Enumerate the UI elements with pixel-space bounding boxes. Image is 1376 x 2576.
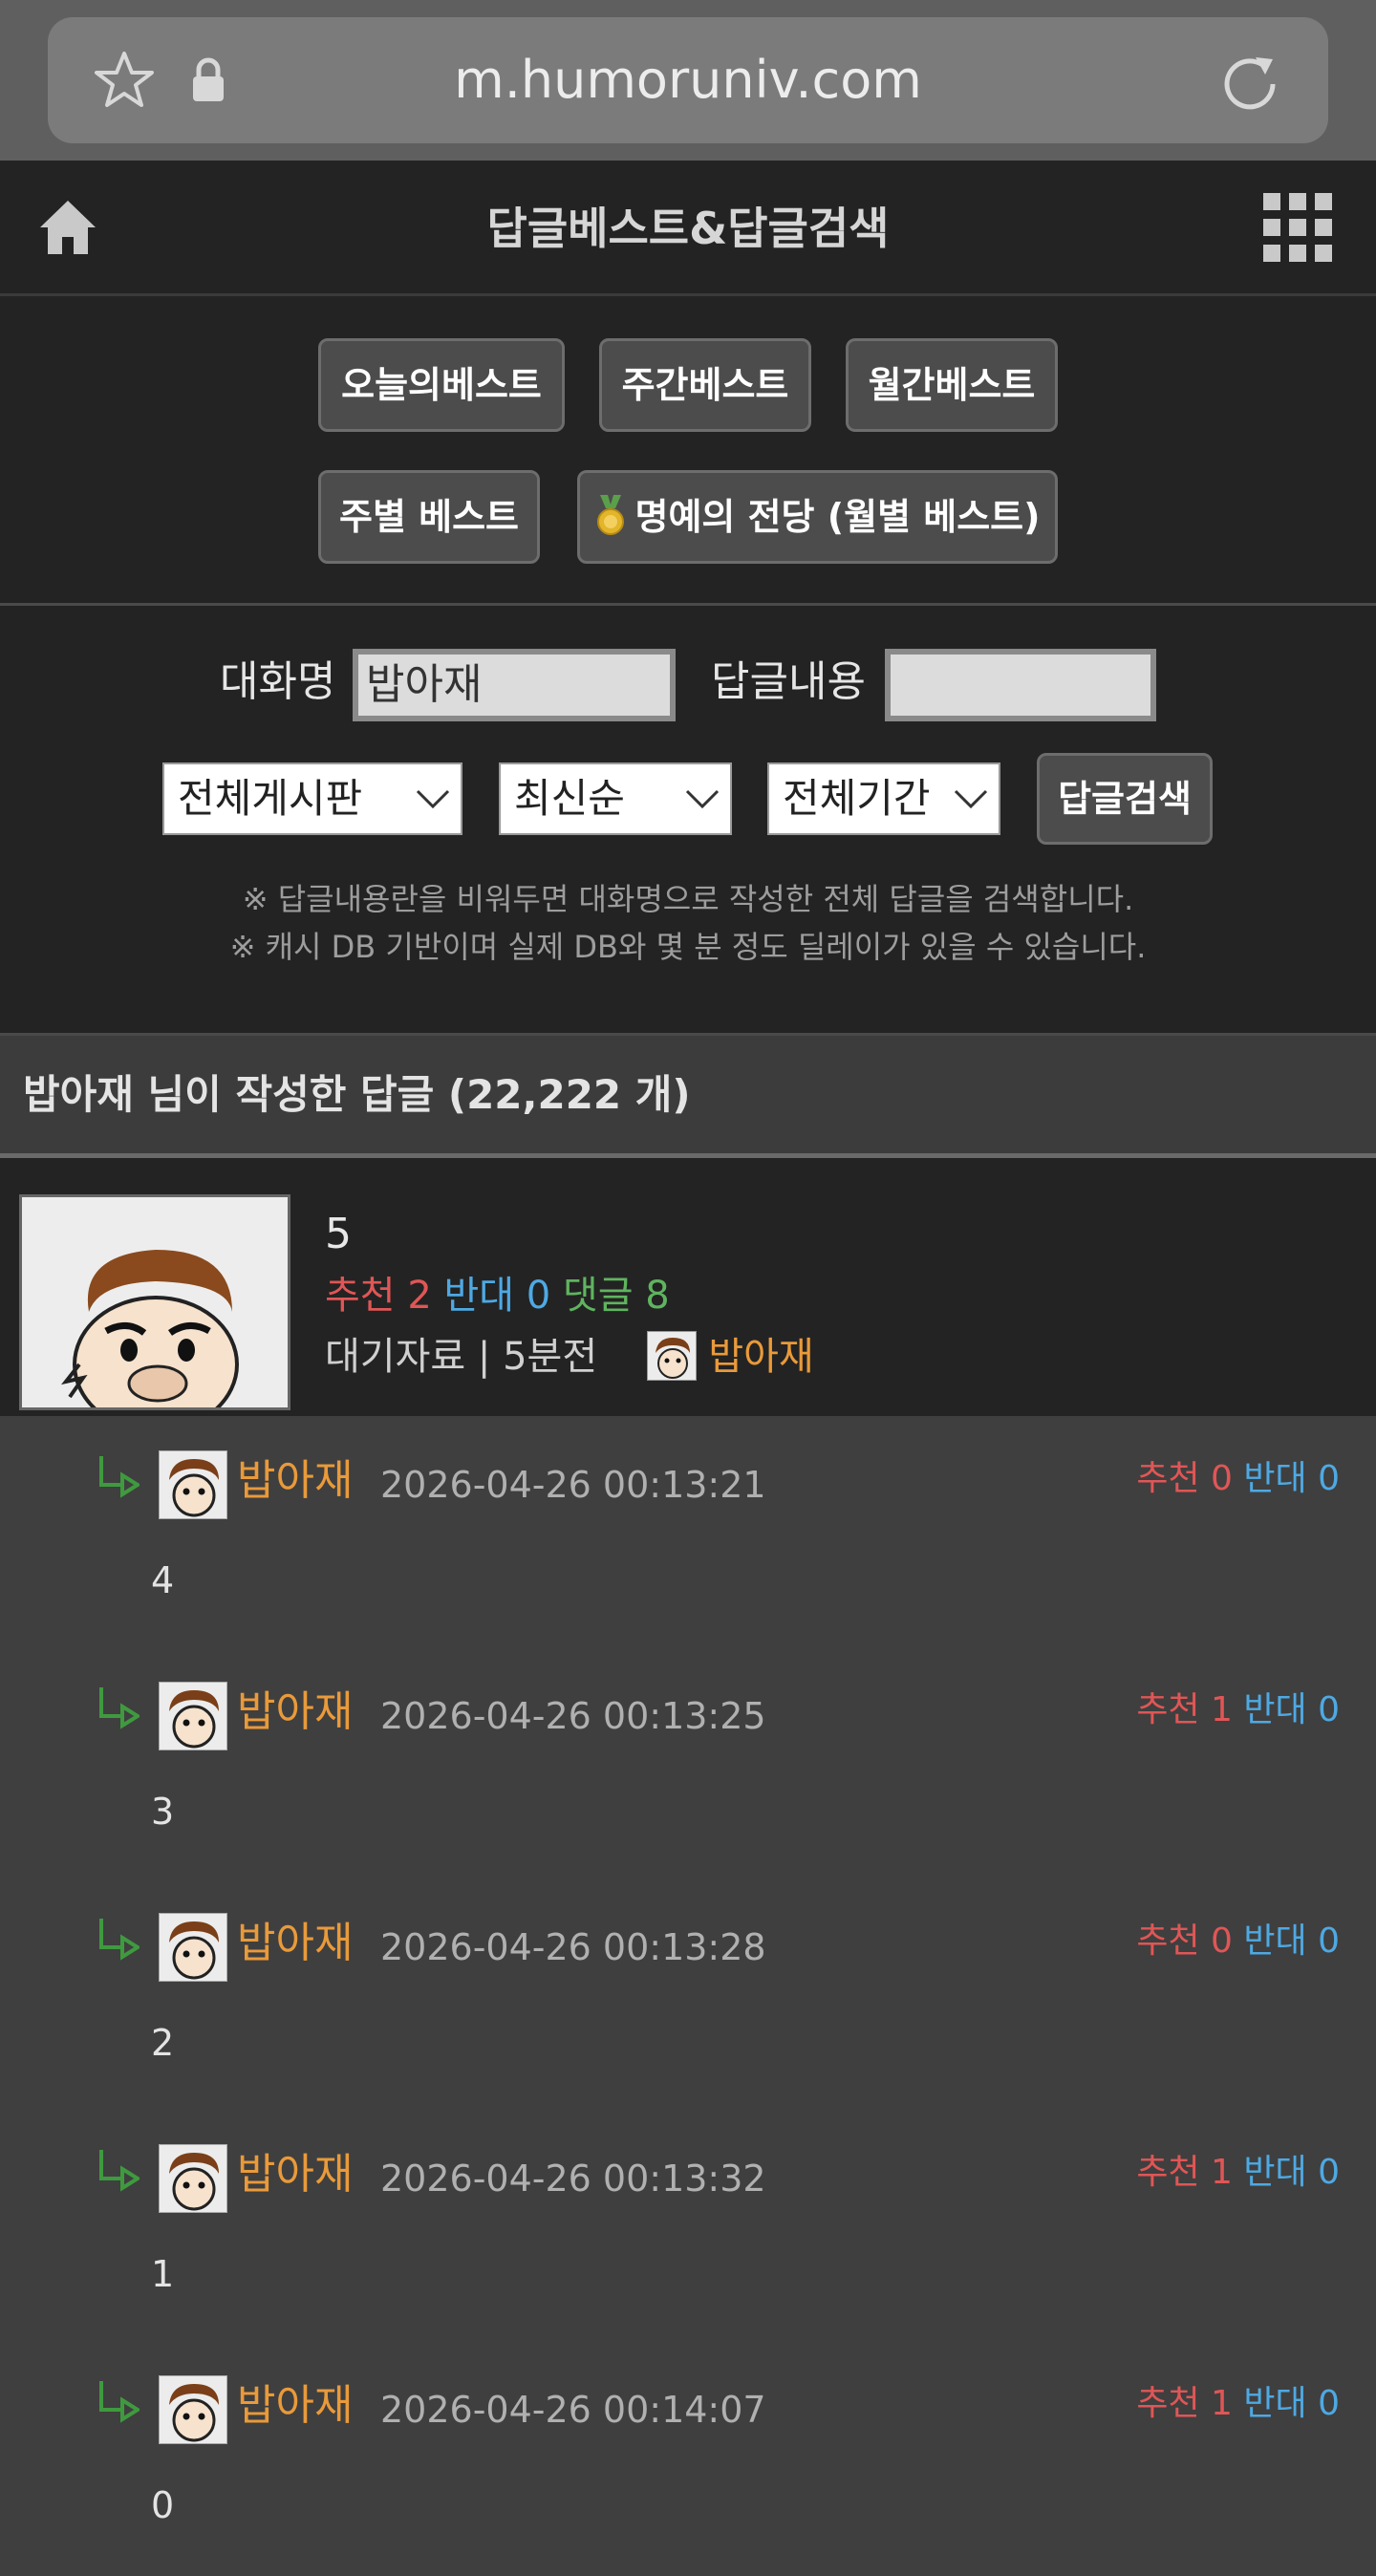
comment-body: 2 bbox=[151, 2022, 175, 2064]
commenter-name[interactable]: 밥아재 bbox=[237, 1913, 353, 1974]
board-select[interactable]: 전체게시판 bbox=[162, 762, 462, 835]
commenter-avatar[interactable] bbox=[159, 2375, 227, 2444]
comment-body: 0 bbox=[151, 2484, 175, 2526]
post-stats: 추천 2 반대 0 댓글 8 bbox=[325, 1269, 670, 1322]
comment-votes: 추천 1 반대 0 bbox=[1136, 2144, 1340, 2201]
commenter-avatar[interactable] bbox=[159, 1913, 227, 1982]
comment-recommend: 추천 1 bbox=[1136, 1690, 1233, 1729]
comment-oppose: 반대 0 bbox=[1243, 1459, 1340, 1498]
search-note-1: ※ 답글내용란을 비워두면 대화명으로 작성한 전체 답글을 검색합니다. bbox=[242, 881, 1134, 917]
reply-arrow-icon bbox=[99, 1456, 140, 1498]
chevron-down-icon bbox=[416, 789, 450, 809]
reply-arrow-icon bbox=[99, 2381, 140, 2423]
post-meta-text: 대기자료 | 5분전 bbox=[325, 1335, 598, 1379]
comment-item: 밥아재 2026-04-26 00:13:32 추천 1 반대 0 1 bbox=[0, 2110, 1376, 2341]
chevron-down-icon bbox=[685, 789, 720, 809]
period-select[interactable]: 전체기간 bbox=[767, 762, 1000, 835]
hall-of-fame-button[interactable]: 명예의 전당 (월별 베스트) bbox=[577, 470, 1058, 564]
results-heading-bar: 밥아재 님이 작성한 답글 (22,222 개) bbox=[0, 1036, 1376, 1158]
comment-date: 2026-04-26 00:13:25 bbox=[380, 1695, 766, 1737]
site-header: 답글베스트&답글검색 bbox=[0, 161, 1376, 296]
comment-body: 3 bbox=[151, 1791, 175, 1833]
page-title: 답글베스트&답글검색 bbox=[486, 203, 890, 254]
comment-item: 밥아재 2026-04-26 00:13:25 추천 1 반대 0 3 bbox=[0, 1647, 1376, 1878]
browser-bar: m.humoruniv.com bbox=[0, 0, 1376, 161]
comment-votes: 추천 0 반대 0 bbox=[1136, 1913, 1340, 1970]
best-buttons-area: 오늘의베스트 주간베스트 월간베스트 주별 베스트 명예의 전당 (월별 베스트… bbox=[0, 296, 1376, 606]
post-oppose: 반대 0 bbox=[443, 1274, 551, 1318]
post-card[interactable]: 5 추천 2 반대 0 댓글 8 대기자료 | 5분전 밥아재 bbox=[0, 1158, 1376, 1416]
reply-arrow-icon bbox=[99, 1919, 140, 1961]
comment-item: 밥아재 2026-04-26 00:13:28 추천 0 반대 0 2 bbox=[0, 1878, 1376, 2110]
post-title[interactable]: 5 bbox=[325, 1206, 352, 1263]
comment-recommend: 추천 0 bbox=[1136, 1459, 1233, 1498]
hall-of-fame-label: 명예의 전당 (월별 베스트) bbox=[634, 496, 1041, 538]
commenter-name[interactable]: 밥아재 bbox=[237, 1450, 353, 1512]
menu-grid-icon[interactable] bbox=[1263, 193, 1332, 262]
comment-body: 1 bbox=[151, 2253, 175, 2295]
sort-select-value: 최신순 bbox=[514, 775, 625, 822]
url-text[interactable]: m.humoruniv.com bbox=[48, 17, 1328, 143]
nickname-label: 대화명 bbox=[220, 657, 336, 706]
comment-date: 2026-04-26 00:14:07 bbox=[380, 2389, 766, 2431]
commenter-avatar[interactable] bbox=[159, 1682, 227, 1750]
sort-select[interactable]: 최신순 bbox=[499, 762, 732, 835]
commenter-avatar[interactable] bbox=[159, 2144, 227, 2213]
today-best-button[interactable]: 오늘의베스트 bbox=[318, 338, 565, 432]
comment-recommend: 추천 1 bbox=[1136, 2384, 1233, 2423]
comment-recommend: 추천 1 bbox=[1136, 2153, 1233, 2192]
search-area: 대화명 밥아재 답글내용 전체게시판 최신순 전체기간 답글검색 ※ 답글내용란… bbox=[0, 606, 1376, 1036]
content-label: 답글내용 bbox=[711, 657, 866, 706]
comment-oppose: 반대 0 bbox=[1243, 2153, 1340, 2192]
comment-oppose: 반대 0 bbox=[1243, 1921, 1340, 1961]
search-submit-button[interactable]: 답글검색 bbox=[1037, 753, 1213, 845]
comment-votes: 추천 1 반대 0 bbox=[1136, 2375, 1340, 2433]
comment-body: 4 bbox=[151, 1559, 175, 1601]
post-thumbnail[interactable] bbox=[19, 1194, 290, 1410]
comment-oppose: 반대 0 bbox=[1243, 1690, 1340, 1729]
cartoon-face-image bbox=[22, 1197, 288, 1407]
author-avatar bbox=[646, 1331, 697, 1381]
comment-date: 2026-04-26 00:13:21 bbox=[380, 1464, 766, 1506]
address-bar[interactable]: m.humoruniv.com bbox=[48, 17, 1328, 143]
comment-item: 밥아재 2026-04-26 00:13:21 추천 0 반대 0 4 bbox=[0, 1416, 1376, 1647]
nickname-input[interactable]: 밥아재 bbox=[353, 649, 676, 721]
reload-icon[interactable] bbox=[1217, 50, 1282, 115]
medal-icon bbox=[597, 495, 625, 535]
reply-arrow-icon bbox=[99, 2150, 140, 2192]
commenter-name[interactable]: 밥아재 bbox=[237, 2375, 353, 2436]
chevron-down-icon bbox=[954, 789, 988, 809]
comment-oppose: 반대 0 bbox=[1243, 2384, 1340, 2423]
post-author[interactable]: 밥아재 bbox=[708, 1335, 813, 1379]
commenter-name[interactable]: 밥아재 bbox=[237, 2144, 353, 2205]
weekly-best-button[interactable]: 주간베스트 bbox=[599, 338, 811, 432]
search-note-2: ※ 캐시 DB 기반이며 실제 DB와 몇 분 정도 딜레이가 있을 수 있습니… bbox=[229, 929, 1147, 965]
period-select-value: 전체기간 bbox=[783, 775, 931, 822]
comment-date: 2026-04-26 00:13:28 bbox=[380, 1926, 766, 1968]
comment-votes: 추천 1 반대 0 bbox=[1136, 1682, 1340, 1739]
content-input[interactable] bbox=[885, 649, 1156, 721]
results-heading: 밥아재 님이 작성한 답글 (22,222 개) bbox=[23, 1071, 691, 1118]
commenter-name[interactable]: 밥아재 bbox=[237, 1682, 353, 1743]
comment-recommend: 추천 0 bbox=[1136, 1921, 1233, 1961]
post-meta: 대기자료 | 5분전 밥아재 bbox=[325, 1330, 814, 1384]
monthly-best-button[interactable]: 월간베스트 bbox=[846, 338, 1058, 432]
commenter-avatar[interactable] bbox=[159, 1450, 227, 1519]
comment-item: 밥아재 2026-04-26 00:14:07 추천 1 반대 0 0 bbox=[0, 2341, 1376, 2572]
post-recommend: 추천 2 bbox=[325, 1274, 432, 1318]
post-comment-count: 댓글 8 bbox=[562, 1274, 670, 1318]
reply-arrow-icon bbox=[99, 1687, 140, 1729]
comment-list: 밥아재 2026-04-26 00:13:21 추천 0 반대 0 4 밥아재 … bbox=[0, 1416, 1376, 2576]
comment-date: 2026-04-26 00:13:32 bbox=[380, 2157, 766, 2200]
comment-votes: 추천 0 반대 0 bbox=[1136, 1450, 1340, 1508]
board-select-value: 전체게시판 bbox=[178, 775, 363, 822]
by-week-best-button[interactable]: 주별 베스트 bbox=[318, 470, 540, 564]
